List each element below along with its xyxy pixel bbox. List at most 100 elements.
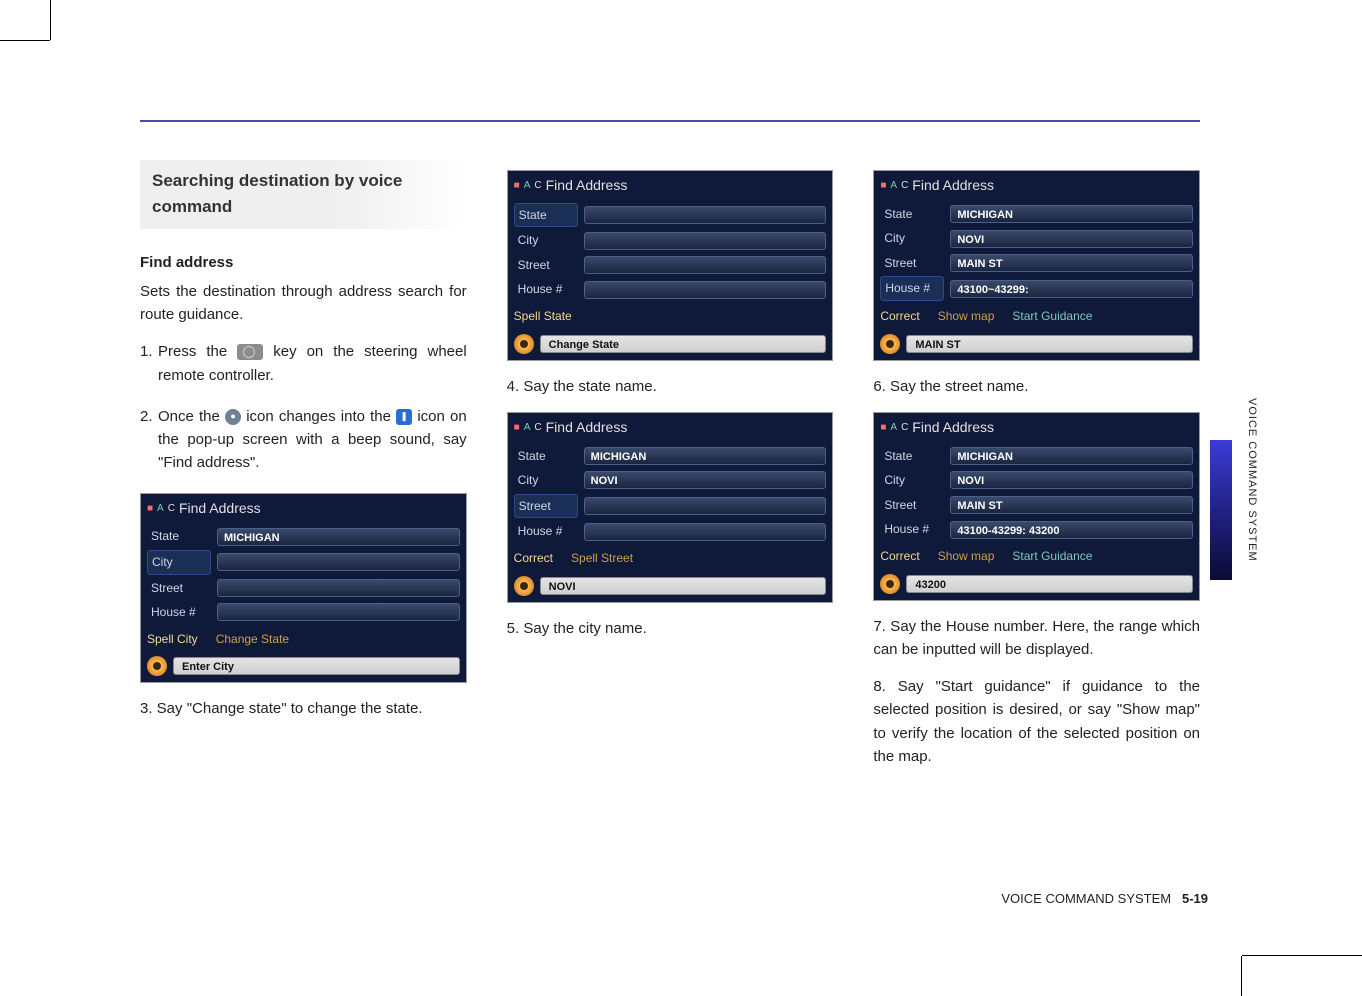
- field-street: [584, 497, 827, 515]
- step-6: 6. Say the street name.: [873, 375, 1200, 398]
- footer-page: 5-19: [1182, 891, 1208, 906]
- field-state: MICHIGAN: [950, 205, 1193, 223]
- label-street: Street: [880, 252, 944, 275]
- cmd-correct: Correct: [514, 549, 553, 568]
- mic-icon: [514, 576, 534, 596]
- screenshot-find-address-confirm: ■AC Find Address StateMICHIGAN CityNOVI …: [873, 412, 1200, 601]
- steering-key-icon: [237, 344, 263, 360]
- text: Once the: [158, 408, 225, 425]
- field-house: 43100~43299:: [950, 280, 1193, 298]
- shot-title: ■AC Find Address: [508, 413, 833, 441]
- side-tab-text: VOICE COMMAND SYSTEM: [1246, 398, 1258, 562]
- crop-mark: [1242, 955, 1362, 956]
- label-state: State: [880, 203, 944, 226]
- field-state: MICHIGAN: [950, 447, 1193, 465]
- label-house: House #: [147, 601, 211, 624]
- label-street: Street: [147, 577, 211, 600]
- field-state: MICHIGAN: [217, 528, 460, 546]
- label-city: City: [880, 469, 944, 492]
- field-house: 43100-43299: 43200: [950, 521, 1193, 539]
- label-street: Street: [880, 494, 944, 517]
- field-city: NOVI: [950, 471, 1193, 489]
- step-text: Once the ● icon changes into the ❚ icon …: [158, 405, 467, 475]
- step-num: 2.: [140, 405, 158, 475]
- step-4: 4. Say the state name.: [507, 375, 834, 398]
- label-state: State: [514, 203, 578, 228]
- label-city: City: [514, 469, 578, 492]
- field-street: [584, 256, 827, 274]
- step-1: 1. Press the key on the steering wheel r…: [140, 340, 467, 387]
- field-city: NOVI: [950, 230, 1193, 248]
- field-city: NOVI: [584, 471, 827, 489]
- column-2: ■AC Find Address State City Street House…: [507, 160, 834, 782]
- field-street: MAIN ST: [950, 254, 1193, 272]
- mic-icon: [147, 656, 167, 676]
- mic-icon: [880, 334, 900, 354]
- cmd-show-map: Show map: [938, 307, 995, 326]
- cmd-correct: Correct: [880, 307, 919, 326]
- mic-text: 43200: [906, 575, 1193, 593]
- label-city: City: [880, 227, 944, 250]
- crop-mark: [50, 0, 51, 40]
- cmd-start-guidance: Start Guidance: [1012, 547, 1092, 566]
- screenshot-find-address-street: ■AC Find Address StateMICHIGAN CityNOVI …: [507, 412, 834, 603]
- step-3: 3. Say "Change state" to change the stat…: [140, 697, 467, 720]
- screenshot-find-address-city: ■AC Find Address State MICHIGAN City Stre…: [140, 493, 467, 684]
- footer-label: VOICE COMMAND SYSTEM: [1001, 891, 1171, 906]
- column-1: Searching destination by voice command F…: [140, 160, 467, 782]
- cmd-change-state: Change State: [216, 630, 289, 649]
- mic-icon: [880, 574, 900, 594]
- screenshot-find-address-house: ■AC Find Address StateMICHIGAN CityNOVI …: [873, 170, 1200, 361]
- mic-idle-icon: ●: [225, 409, 241, 425]
- mic-text: NOVI: [540, 577, 827, 595]
- page-footer: VOICE COMMAND SYSTEM 5-19: [1001, 891, 1208, 906]
- field-state: [584, 206, 827, 224]
- label-state: State: [880, 445, 944, 468]
- label-city: City: [147, 550, 211, 575]
- step-5: 5. Say the city name.: [507, 617, 834, 640]
- field-street: [217, 579, 460, 597]
- step-8: 8. Say "Start guidance" if guidance to t…: [873, 675, 1200, 768]
- text: Press the: [158, 343, 237, 360]
- field-street: MAIN ST: [950, 496, 1193, 514]
- label-house: House #: [514, 520, 578, 543]
- text: icon changes into the: [246, 408, 396, 425]
- shot-title: ■AC Find Address: [508, 171, 833, 199]
- step-num: 1.: [140, 340, 158, 387]
- side-tab: [1210, 440, 1232, 580]
- label-street: Street: [514, 254, 578, 277]
- cmd-show-map: Show map: [938, 547, 995, 566]
- shot-title: ■AC Find Address: [874, 171, 1199, 199]
- label-house: House #: [880, 276, 944, 301]
- field-city: [217, 553, 460, 571]
- column-3: ■AC Find Address StateMICHIGAN CityNOVI …: [873, 160, 1200, 782]
- screenshot-find-address-state: ■AC Find Address State City Street House…: [507, 170, 834, 361]
- subheading: Find address: [140, 251, 467, 274]
- crop-mark: [1241, 956, 1242, 996]
- field-city: [584, 232, 827, 250]
- cmd-correct: Correct: [880, 547, 919, 566]
- step-text: Press the key on the steering wheel remo…: [158, 340, 467, 387]
- label-city: City: [514, 229, 578, 252]
- label-street: Street: [514, 494, 578, 519]
- field-house: [217, 603, 460, 621]
- field-state: MICHIGAN: [584, 447, 827, 465]
- cmd-spell-street: Spell Street: [571, 549, 633, 568]
- page-content: Searching destination by voice command F…: [140, 120, 1200, 782]
- cmd-spell-state: Spell State: [514, 307, 572, 326]
- mic-text: Enter City: [173, 657, 460, 675]
- top-rule: [140, 120, 1200, 122]
- step-2: 2. Once the ● icon changes into the ❚ ic…: [140, 405, 467, 475]
- cmd-spell-city: Spell City: [147, 630, 198, 649]
- section-heading: Searching destination by voice command: [140, 160, 467, 229]
- shot-title: ■AC Find Address: [141, 494, 466, 522]
- crop-mark: [0, 40, 50, 41]
- label-house: House #: [880, 518, 944, 541]
- field-house: [584, 523, 827, 541]
- mic-icon: [514, 334, 534, 354]
- cmd-start-guidance: Start Guidance: [1012, 307, 1092, 326]
- label-state: State: [147, 525, 211, 548]
- field-house: [584, 281, 827, 299]
- intro-text: Sets the destination through address sea…: [140, 280, 467, 327]
- mic-active-icon: ❚: [396, 409, 412, 425]
